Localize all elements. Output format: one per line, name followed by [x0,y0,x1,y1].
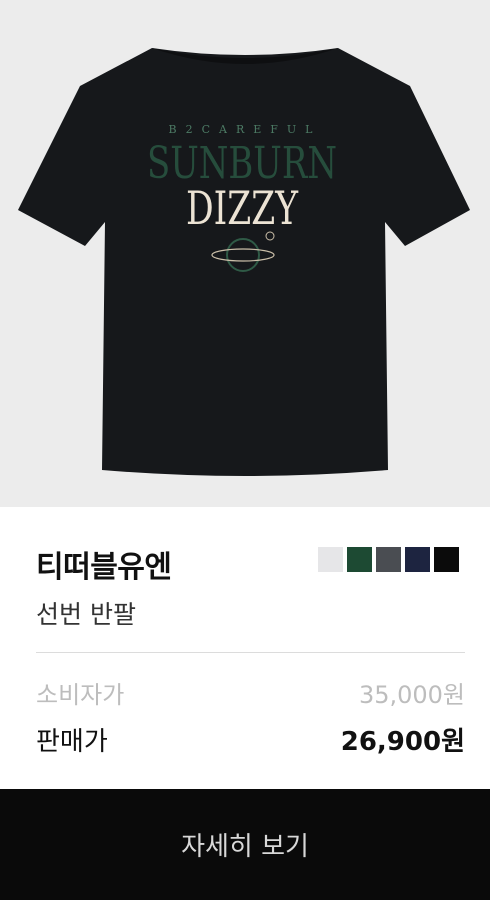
color-swatch[interactable] [347,547,372,572]
brand-name: 티떠블유엔 [36,550,172,585]
product-name: 선번 반팔 [36,600,136,629]
color-swatch[interactable] [405,547,430,572]
divider [36,652,465,653]
sale-price-row: 판매가 26,900원 [36,721,465,758]
color-swatch[interactable] [376,547,401,572]
msrp-value: 35,000원 [358,681,465,709]
msrp-row: 소비자가 35,000원 [36,675,465,710]
color-swatch[interactable] [434,547,459,572]
print-small-text: B2CAREFUL [169,123,322,136]
msrp-label: 소비자가 [36,681,125,709]
print-sub-text: DIZZY [186,181,298,235]
sale-price-label: 판매가 [36,727,108,757]
product-info: 티떠블유엔 선번 반팔 소비자가 35,000원 판매가 26,900원 [0,507,490,789]
product-image[interactable]: B2CAREFUL SUNBURN DIZZY [0,0,490,507]
view-details-label: 자세히 보기 [181,832,309,862]
tshirt-body [18,48,470,476]
color-swatch[interactable] [318,547,343,572]
color-swatches [318,547,459,572]
sale-price-value: 26,900원 [340,727,465,757]
view-details-button[interactable]: 자세히 보기 [0,789,490,900]
tshirt-illustration: B2CAREFUL SUNBURN DIZZY [18,48,470,476]
